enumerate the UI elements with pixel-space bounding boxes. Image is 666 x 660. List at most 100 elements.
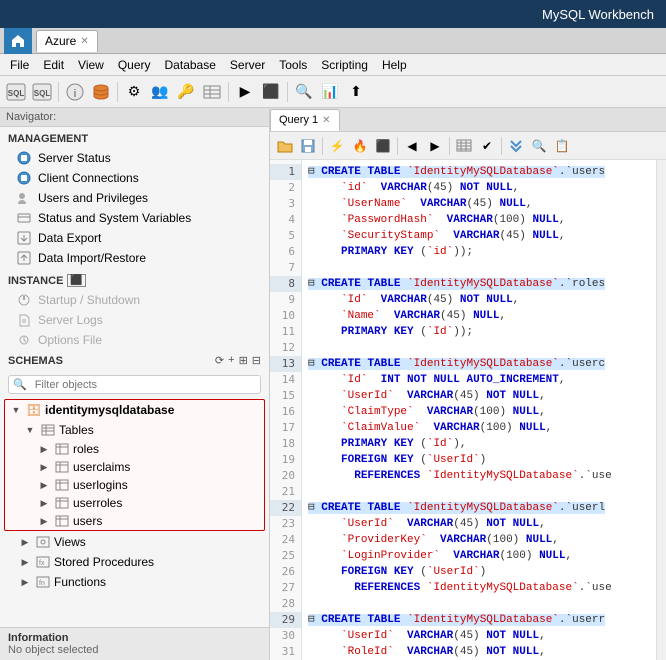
toolbar-sep3 xyxy=(228,82,229,102)
close-icon[interactable]: ✕ xyxy=(80,36,88,47)
tables-expand-arrow[interactable]: ▼ xyxy=(23,425,37,435)
toolbar-users-btn[interactable]: 👥 xyxy=(148,80,172,104)
query-tab-1[interactable]: Query 1 ✕ xyxy=(270,109,340,131)
q-stop-btn[interactable]: ⬛ xyxy=(372,135,394,157)
views-group[interactable]: ▶ Views xyxy=(0,532,269,552)
q-execute-btn[interactable]: ⚡ xyxy=(326,135,348,157)
code-content[interactable]: ⊟ CREATE TABLE `IdentityMySQLDatabase`.`… xyxy=(302,160,656,660)
management-section-title: MANAGEMENT xyxy=(0,127,269,148)
stored-procs-icon: fx xyxy=(35,554,51,570)
userroles-expand-arrow[interactable]: ▶ xyxy=(37,498,51,509)
stored-procedures-label: Stored Procedures xyxy=(54,555,154,569)
roles-expand-arrow[interactable]: ▶ xyxy=(37,444,51,455)
menu-view[interactable]: View xyxy=(72,56,110,74)
schemas-icons: ⟳ + ⊞ ⊟ xyxy=(215,354,261,367)
q-save-btn[interactable] xyxy=(297,135,319,157)
stored-procs-expand-arrow[interactable]: ▶ xyxy=(18,557,32,568)
toolbar-export-btn[interactable]: 📊 xyxy=(318,80,342,104)
users-expand-arrow[interactable]: ▶ xyxy=(37,516,51,527)
q-prev-btn[interactable]: ◀ xyxy=(401,135,423,157)
toolbar-db-btn[interactable] xyxy=(89,80,113,104)
table-userclaims[interactable]: ▶ userclaims xyxy=(5,458,264,476)
q-check-btn[interactable]: ✔ xyxy=(476,135,498,157)
q-table-btn[interactable] xyxy=(453,135,475,157)
schema-refresh-icon[interactable]: ⟳ xyxy=(215,354,224,367)
toolbar-stop-btn[interactable]: ⬛ xyxy=(259,80,283,104)
q-explain-btn[interactable]: 📋 xyxy=(551,135,573,157)
q-sep3 xyxy=(449,137,450,155)
schema-collapse-icon[interactable]: ⊟ xyxy=(252,354,261,367)
views-icon xyxy=(35,534,51,550)
nav-options-file[interactable]: Options File xyxy=(0,330,269,350)
q-magnify-btn[interactable]: 🔍 xyxy=(528,135,550,157)
svg-text:fx: fx xyxy=(39,560,45,567)
azure-tab[interactable]: Azure ✕ xyxy=(36,30,98,52)
toolbar-import-btn[interactable]: ⬆ xyxy=(344,80,368,104)
query-tab-close-icon[interactable]: ✕ xyxy=(322,115,330,126)
tables-group[interactable]: ▼ Tables xyxy=(5,420,264,440)
toolbar-play-btn[interactable]: ▶ xyxy=(233,80,257,104)
toolbar-info-btn[interactable]: i xyxy=(63,80,87,104)
nav-client-connections[interactable]: Client Connections xyxy=(0,168,269,188)
views-label: Views xyxy=(54,535,86,549)
functions-expand-arrow[interactable]: ▶ xyxy=(18,577,32,588)
userclaims-expand-arrow[interactable]: ▶ xyxy=(37,462,51,473)
menu-file[interactable]: File xyxy=(4,56,35,74)
code-area[interactable]: 1234567891011121314151617181920212223242… xyxy=(270,160,666,660)
table-roles[interactable]: ▶ roles xyxy=(5,440,264,458)
status-variables-icon xyxy=(16,210,32,226)
toolbar-sep1 xyxy=(58,82,59,102)
schema-item[interactable]: ▼ 🗄 identitymysqldatabase xyxy=(5,400,264,420)
toolbar-search-btn[interactable]: 🔍 xyxy=(292,80,316,104)
table-users-icon xyxy=(54,513,70,529)
functions-group[interactable]: ▶ fn Functions xyxy=(0,572,269,592)
table-userlogins[interactable]: ▶ userlogins xyxy=(5,476,264,494)
views-expand-arrow[interactable]: ▶ xyxy=(18,537,32,548)
app-title: MySQL Workbench xyxy=(542,7,654,22)
startup-shutdown-icon xyxy=(16,292,32,308)
query-tab-1-label: Query 1 xyxy=(279,114,318,126)
filter-box[interactable]: 🔍 xyxy=(8,375,261,394)
nav-data-import-label: Data Import/Restore xyxy=(38,251,146,265)
main-toolbar: SQL SQL i ⚙ 👥 🔑 ▶ ⬛ 🔍 📊 ⬆ xyxy=(0,76,666,108)
menu-scripting[interactable]: Scripting xyxy=(315,56,374,74)
toolbar-table-btn[interactable] xyxy=(200,80,224,104)
table-users[interactable]: ▶ users xyxy=(5,512,264,530)
nav-startup-shutdown[interactable]: Startup / Shutdown xyxy=(0,290,269,310)
menu-tools[interactable]: Tools xyxy=(273,56,313,74)
tables-icon xyxy=(40,422,56,438)
schema-expand-icon[interactable]: ⊞ xyxy=(239,354,248,367)
nav-server-logs[interactable]: Server Logs xyxy=(0,310,269,330)
table-userroles[interactable]: ▶ userroles xyxy=(5,494,264,512)
functions-label: Functions xyxy=(54,575,106,589)
filter-input[interactable] xyxy=(31,377,260,393)
menu-help[interactable]: Help xyxy=(376,56,413,74)
menu-database[interactable]: Database xyxy=(159,56,222,74)
toolbar-roles-btn[interactable]: 🔑 xyxy=(174,80,198,104)
q-execute-all-btn[interactable]: 🔥 xyxy=(349,135,371,157)
nav-server-status[interactable]: Server Status xyxy=(0,148,269,168)
menu-edit[interactable]: Edit xyxy=(37,56,70,74)
nav-users-privileges[interactable]: Users and Privileges xyxy=(0,188,269,208)
users-privileges-icon xyxy=(16,190,32,206)
menu-query[interactable]: Query xyxy=(112,56,157,74)
q-next-btn[interactable]: ▶ xyxy=(424,135,446,157)
toolbar-sql-btn1[interactable]: SQL xyxy=(4,80,28,104)
nav-startup-shutdown-label: Startup / Shutdown xyxy=(38,293,140,307)
scrollbar-track[interactable] xyxy=(656,160,666,660)
nav-data-export[interactable]: Data Export xyxy=(0,228,269,248)
stored-procedures-group[interactable]: ▶ fx Stored Procedures xyxy=(0,552,269,572)
nav-status-variables[interactable]: Status and System Variables xyxy=(0,208,269,228)
nav-data-import[interactable]: Data Import/Restore xyxy=(0,248,269,268)
q-schema-btn[interactable] xyxy=(505,135,527,157)
userlogins-expand-arrow[interactable]: ▶ xyxy=(37,480,51,491)
toolbar-sql-btn2[interactable]: SQL xyxy=(30,80,54,104)
table-roles-label: roles xyxy=(73,442,99,456)
q-open-btn[interactable] xyxy=(274,135,296,157)
home-tab-button[interactable] xyxy=(4,28,32,54)
schema-expand-arrow[interactable]: ▼ xyxy=(9,405,23,415)
menu-server[interactable]: Server xyxy=(224,56,271,74)
toolbar-settings-btn[interactable]: ⚙ xyxy=(122,80,146,104)
schema-add-icon[interactable]: + xyxy=(228,354,234,367)
functions-icon: fn xyxy=(35,574,51,590)
